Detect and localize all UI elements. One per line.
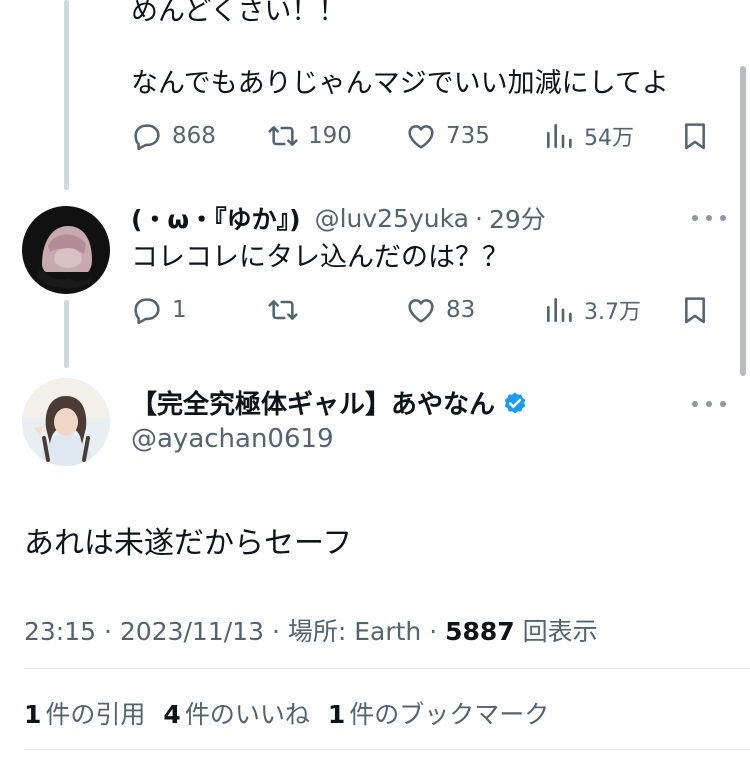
like-count: 735: [446, 123, 490, 149]
reply-button[interactable]: 1: [131, 290, 187, 330]
reply-count: 868: [172, 123, 216, 149]
tweet-header: (・ω・『ゆか』) @luv25yuka · 29分: [131, 200, 546, 236]
divider: [24, 668, 750, 669]
timestamp[interactable]: 29分: [489, 200, 546, 236]
more-icon: [692, 401, 698, 407]
more-button[interactable]: [692, 394, 726, 414]
reply-count: 1: [172, 297, 187, 323]
views-button[interactable]: 3.7万: [543, 290, 641, 330]
views-icon: [547, 124, 572, 148]
views-count: 3.7万: [584, 300, 641, 325]
likes-count: 4: [163, 700, 181, 729]
tweet-actions: 868 190 735 54万: [131, 116, 711, 156]
like-button[interactable]: 735: [405, 116, 490, 156]
more-icon: [692, 215, 698, 221]
handle[interactable]: @luv25yuka: [315, 204, 469, 233]
retweet-button[interactable]: [267, 290, 308, 330]
location: 場所: Earth: [287, 617, 422, 646]
bookmarks-label: 件のブックマーク: [349, 700, 550, 729]
avatar[interactable]: [22, 378, 110, 466]
likes-label: 件のいいね: [184, 700, 310, 729]
thread-line: [64, 0, 69, 190]
verified-icon: [504, 392, 526, 413]
tweet-text: あれは未遂だからセーフ: [24, 526, 353, 561]
scrollbar[interactable]: [740, 66, 746, 376]
retweet-button[interactable]: 190: [267, 116, 352, 156]
reply-icon: [134, 124, 160, 151]
display-name[interactable]: (・ω・『ゆか』): [131, 200, 301, 236]
tweet-meta: 23:15 · 2023/11/13 · 場所: Earth · 5887 回表…: [24, 612, 598, 648]
separator: ·: [475, 203, 483, 233]
like-icon: [408, 299, 434, 323]
reply-icon: [134, 298, 160, 325]
likes-stat[interactable]: 4 件のいいね: [163, 695, 309, 731]
views-icon: [547, 298, 572, 322]
views-count: 5887: [445, 617, 515, 646]
views-label: 回表示: [522, 617, 598, 646]
bookmark-button[interactable]: [679, 290, 711, 330]
handle[interactable]: @ayachan0619: [131, 424, 334, 454]
retweet-icon: [268, 300, 298, 320]
tweet-text: なんでもありじゃんマジでいい加減にしてよ: [131, 68, 669, 99]
retweet-icon: [268, 126, 298, 146]
more-button[interactable]: [692, 208, 726, 228]
reply-button[interactable]: 868: [131, 116, 216, 156]
thread-line: [64, 300, 69, 368]
quotes-stat[interactable]: 1 件の引用: [24, 695, 145, 731]
like-icon: [408, 125, 434, 149]
quotes-label: 件の引用: [45, 700, 146, 729]
like-count: 83: [446, 297, 476, 323]
bookmark-button[interactable]: [679, 116, 711, 156]
author-name-row: 【完全究極体ギャル】あやなん: [131, 384, 529, 421]
bookmarks-stat[interactable]: 1 件のブックマーク: [328, 695, 549, 731]
bookmarks-count: 1: [327, 700, 346, 729]
timestamp[interactable]: 23:15 · 2023/11/13: [24, 617, 264, 646]
separator: ·: [429, 617, 446, 646]
bookmark-icon: [685, 297, 705, 324]
retweet-count: 190: [308, 123, 352, 149]
display-name[interactable]: 【完全究極体ギャル】あやなん: [131, 384, 495, 421]
tweet-text: めんどくさい！！: [131, 0, 346, 27]
avatar[interactable]: [22, 206, 110, 294]
tweet-text: コレコレにタレ込んだのは？？: [131, 242, 509, 273]
tweet-actions: 1 83 3.7万: [131, 290, 711, 330]
bookmark-icon: [685, 123, 705, 150]
views-button[interactable]: 54万: [543, 116, 634, 156]
views-count: 54万: [584, 126, 634, 151]
separator: ·: [271, 617, 288, 646]
engagement-stats: 1 件の引用 4 件のいいね 1 件のブックマーク: [24, 695, 567, 731]
divider: [24, 749, 750, 750]
like-button[interactable]: 83: [405, 290, 475, 330]
quotes-count: 1: [24, 700, 42, 729]
